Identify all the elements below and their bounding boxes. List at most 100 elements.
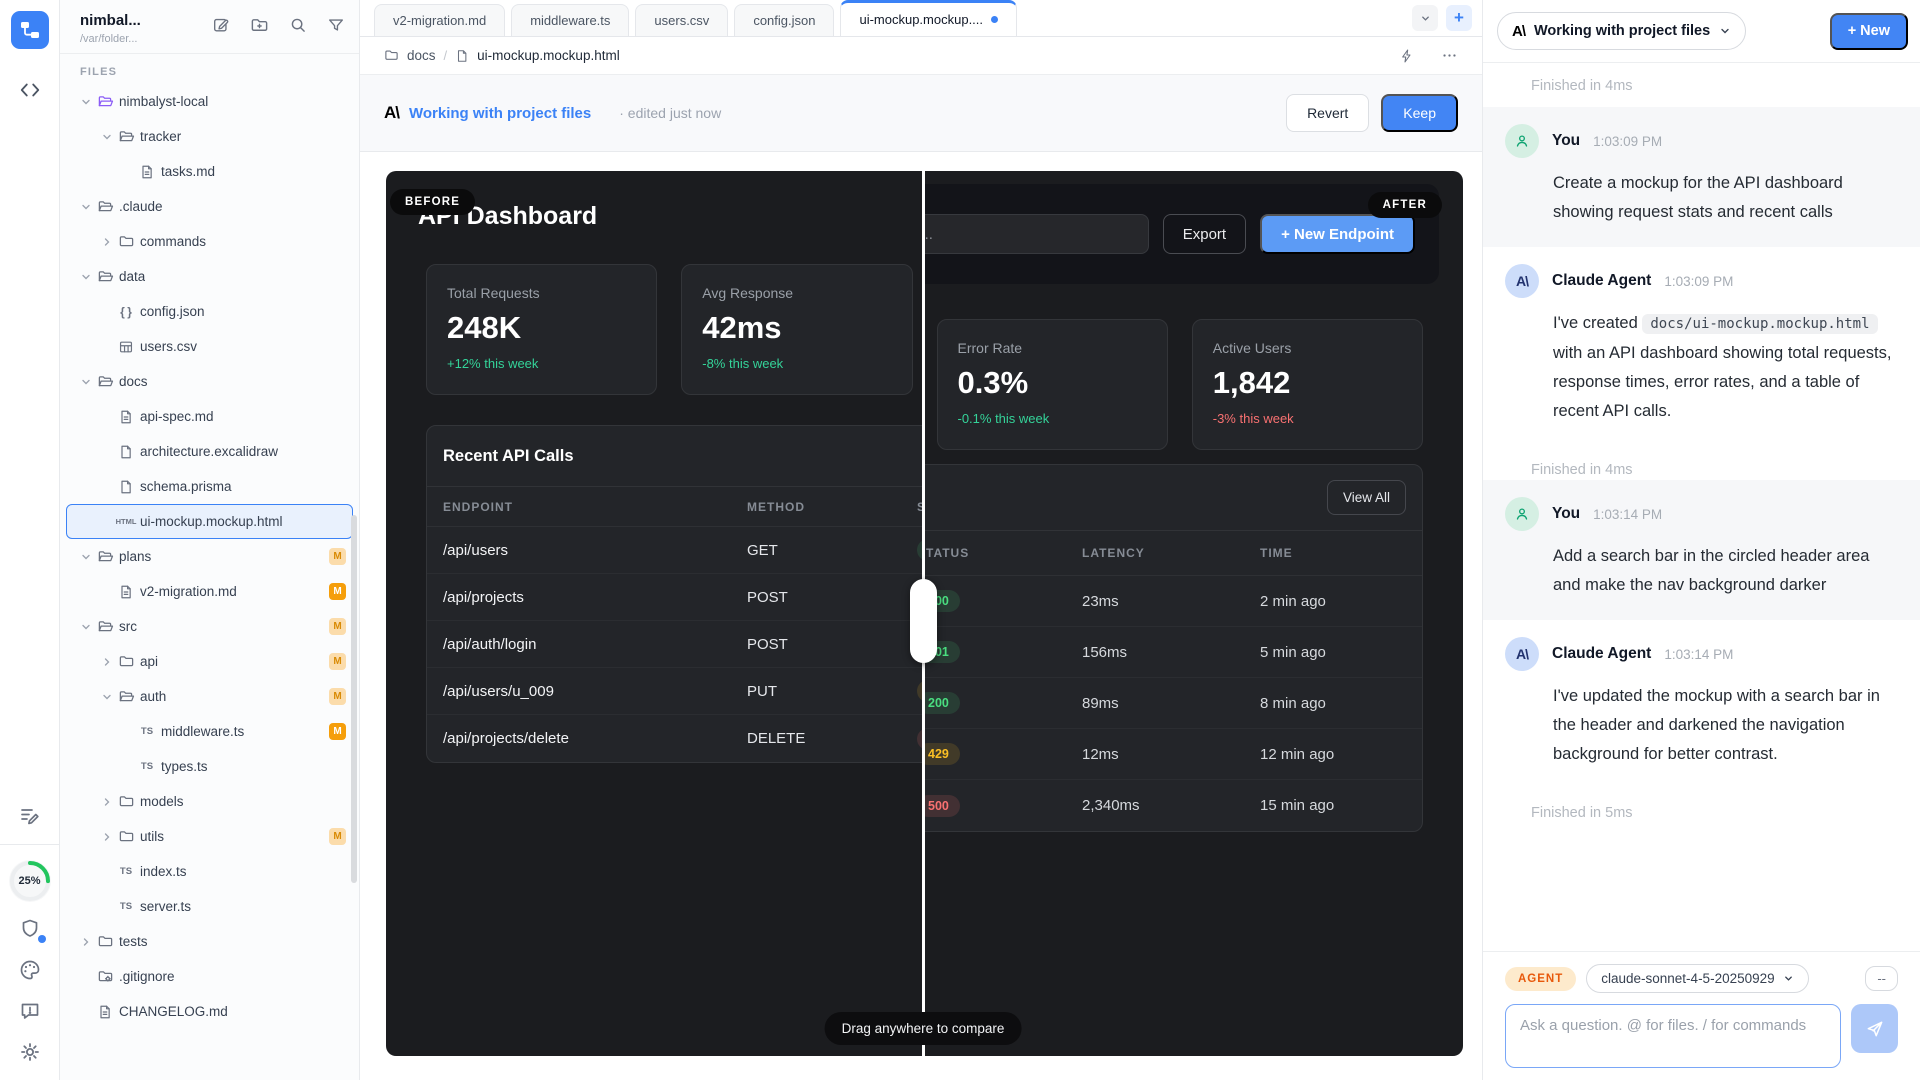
tree-item-label: .claude [119,199,163,214]
chevron-down-icon[interactable] [77,271,94,283]
modified-badge: M [329,618,346,635]
tree-item-data[interactable]: data [66,259,353,294]
keep-button[interactable]: Keep [1381,94,1458,132]
file-ts-icon: TS [136,726,158,737]
tree-item--gitignore[interactable]: .gitignore [66,959,353,994]
tree-item-api[interactable]: apiM [66,644,353,679]
tree-item-label: tests [119,934,148,949]
tree-item-src[interactable]: srcM [66,609,353,644]
preview-stage: API DashboardSearch endpoints...Export+ … [360,152,1482,1080]
compose-icon[interactable] [212,16,230,35]
breadcrumb-folder[interactable]: docs [407,48,436,63]
view-all-button[interactable]: View All [1327,480,1406,515]
compare-handle[interactable] [910,579,937,663]
tree-item-nimbalyst-local[interactable]: nimbalyst-local [66,84,353,119]
agent-message: A\Claude Agent1:03:14 PMI've updated the… [1483,620,1920,789]
tree-item-auth[interactable]: authM [66,679,353,714]
tree-item-schema-prisma[interactable]: schema.prisma [66,469,353,504]
gear-icon[interactable] [17,1039,43,1065]
send-button[interactable] [1851,1004,1898,1053]
tree-item-server-ts[interactable]: TSserver.ts [66,889,353,924]
chevron-down-icon[interactable] [77,551,94,563]
edit-banner: A\ Working with project files · edited j… [360,75,1482,152]
tree-item-tests[interactable]: tests [66,924,353,959]
chat-messages[interactable]: Finished in 4msYou1:03:09 PMCreate a moc… [1483,63,1920,951]
chevron-right-icon[interactable] [98,831,115,843]
chat-input[interactable]: Ask a question. @ for files. / for comma… [1505,1004,1841,1068]
breadcrumb-file[interactable]: ui-mockup.mockup.html [477,48,620,63]
tree-item-label: server.ts [140,899,191,914]
chevron-right-icon[interactable] [98,236,115,248]
mode-selector[interactable]: A\ Working with project files [1497,12,1746,50]
file-plain-icon [115,479,137,495]
new-chat-button[interactable]: + New [1830,13,1908,50]
tree-item-label: schema.prisma [140,479,232,494]
search-icon[interactable] [289,16,307,35]
tree-item-ui-mockup-mockup-html[interactable]: HTMLui-mockup.mockup.html [66,504,353,539]
new-folder-icon[interactable] [250,16,269,35]
model-selector[interactable]: claude-sonnet-4-5-20250929 [1586,964,1808,993]
composer-input-row: Ask a question. @ for files. / for comma… [1505,1004,1898,1068]
tab-config-json[interactable]: config.json [734,4,834,36]
chevron-down-icon[interactable] [77,621,94,633]
tree-item-changelog-md[interactable]: CHANGELOG.md [66,994,353,1029]
tree-item-users-csv[interactable]: users.csv [66,329,353,364]
cell-method: PUT [747,683,917,700]
chevron-down-icon[interactable] [98,131,115,143]
tree-item-config-json[interactable]: { }config.json [66,294,353,329]
tree-item-commands[interactable]: commands [66,224,353,259]
chevron-down-icon[interactable] [98,691,115,703]
explorer-scrollbar[interactable] [351,515,357,883]
tree-item-index-ts[interactable]: TSindex.ts [66,854,353,889]
finished-status: Finished in 4ms [1531,78,1920,94]
user-avatar [1505,124,1539,158]
palette-icon[interactable] [17,957,43,983]
tree-item-docs[interactable]: docs [66,364,353,399]
file-path-chip[interactable]: docs/ui-mockup.mockup.html [1642,314,1877,334]
chevron-right-icon[interactable] [98,656,115,668]
tree-item-tracker[interactable]: tracker [66,119,353,154]
progress-ring[interactable]: 25% [9,860,51,902]
cell-status: 429 [917,743,1082,765]
tree-item-middleware-ts[interactable]: TSmiddleware.tsM [66,714,353,749]
tree-item--claude[interactable]: .claude [66,189,353,224]
tab-users-csv[interactable]: users.csv [635,4,728,36]
tree-item-api-spec-md[interactable]: api-spec.md [66,399,353,434]
tree-item-plans[interactable]: plansM [66,539,353,574]
finished-status: Finished in 5ms [1531,805,1920,821]
notes-edit-icon[interactable] [17,803,43,829]
chevron-right-icon[interactable] [98,796,115,808]
cell-endpoint: /api/projects/delete [443,730,747,747]
composer-more-button[interactable]: -- [1865,966,1898,991]
more-icon[interactable] [1441,47,1458,64]
flowchart-icon [18,18,42,42]
code-icon[interactable] [19,79,41,101]
tree-item-utils[interactable]: utilsM [66,819,353,854]
folder-closed-icon [94,933,116,950]
chevron-right-icon[interactable] [77,936,94,948]
chevron-down-icon[interactable] [77,96,94,108]
tab-middleware-ts[interactable]: middleware.ts [511,4,629,36]
file-braces-icon: { } [115,305,137,319]
app-logo[interactable] [11,11,49,49]
shield-icon[interactable] [17,916,43,942]
tree-item-tasks-md[interactable]: tasks.md [66,154,353,189]
chevron-down-icon[interactable] [77,201,94,213]
tree-item-architecture-excalidraw[interactable]: architecture.excalidraw [66,434,353,469]
after-badge: AFTER [1368,192,1442,218]
tree-item-types-ts[interactable]: TStypes.ts [66,749,353,784]
breadcrumb-separator: / [444,48,448,63]
export-button[interactable]: Export [1163,214,1246,254]
tree-item-models[interactable]: models [66,784,353,819]
feedback-icon[interactable] [17,998,43,1024]
bolt-icon[interactable] [1399,48,1415,64]
tree-item-v2-migration-md[interactable]: v2-migration.mdM [66,574,353,609]
tab-ui-mockup-mockup-[interactable]: ui-mockup.mockup.... [840,0,1017,36]
tab-overflow-button[interactable] [1412,5,1438,31]
new-endpoint-button[interactable]: + New Endpoint [1260,214,1415,254]
filter-icon[interactable] [327,16,345,35]
chevron-down-icon[interactable] [77,376,94,388]
new-tab-button[interactable]: + [1446,5,1472,31]
tab-v2-migration-md[interactable]: v2-migration.md [374,4,505,36]
revert-button[interactable]: Revert [1286,94,1369,132]
